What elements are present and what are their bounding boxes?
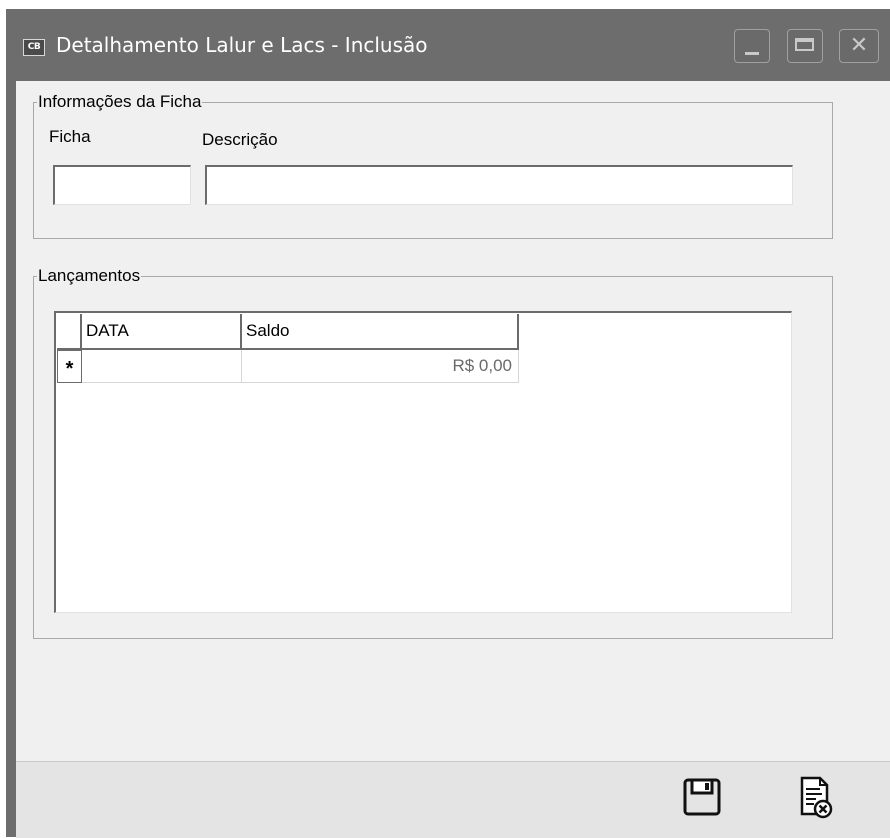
minimize-button[interactable] <box>734 29 770 63</box>
descricao-input[interactable] <box>205 165 793 205</box>
grid-corner-header <box>57 314 82 350</box>
minimize-icon <box>745 52 759 55</box>
group-lancamentos-legend: Lançamentos <box>38 266 141 285</box>
window-title: Detalhamento Lalur e Lacs - Inclusão <box>56 33 428 57</box>
title-bar[interactable]: CB Detalhamento Lalur e Lacs - Inclusão … <box>6 9 890 81</box>
footer-toolbar <box>16 761 890 838</box>
new-row-indicator[interactable]: * <box>57 350 82 383</box>
descricao-label: Descrição <box>202 130 278 149</box>
cell-data[interactable] <box>82 350 242 383</box>
maximize-button[interactable] <box>787 29 823 63</box>
save-button[interactable] <box>678 772 726 822</box>
column-header-data[interactable]: DATA <box>82 314 242 350</box>
ficha-label: Ficha <box>49 127 91 146</box>
cancel-button[interactable] <box>790 772 838 822</box>
save-icon <box>683 778 721 816</box>
form-body: Informações da Ficha Ficha Descrição Lan… <box>16 81 890 761</box>
close-button[interactable]: ✕ <box>839 29 879 63</box>
lancamentos-grid[interactable]: DATA Saldo * R$ 0,00 <box>54 311 792 613</box>
cancel-document-icon <box>800 776 833 819</box>
app-icon[interactable]: CB <box>23 39 45 56</box>
cell-saldo[interactable]: R$ 0,00 <box>242 350 519 383</box>
column-header-saldo[interactable]: Saldo <box>242 314 519 350</box>
group-informacoes-legend: Informações da Ficha <box>38 92 202 111</box>
maximize-icon <box>795 38 814 51</box>
window: CB Detalhamento Lalur e Lacs - Inclusão … <box>6 9 890 838</box>
ficha-input[interactable] <box>53 165 191 205</box>
close-icon: ✕ <box>849 33 869 58</box>
